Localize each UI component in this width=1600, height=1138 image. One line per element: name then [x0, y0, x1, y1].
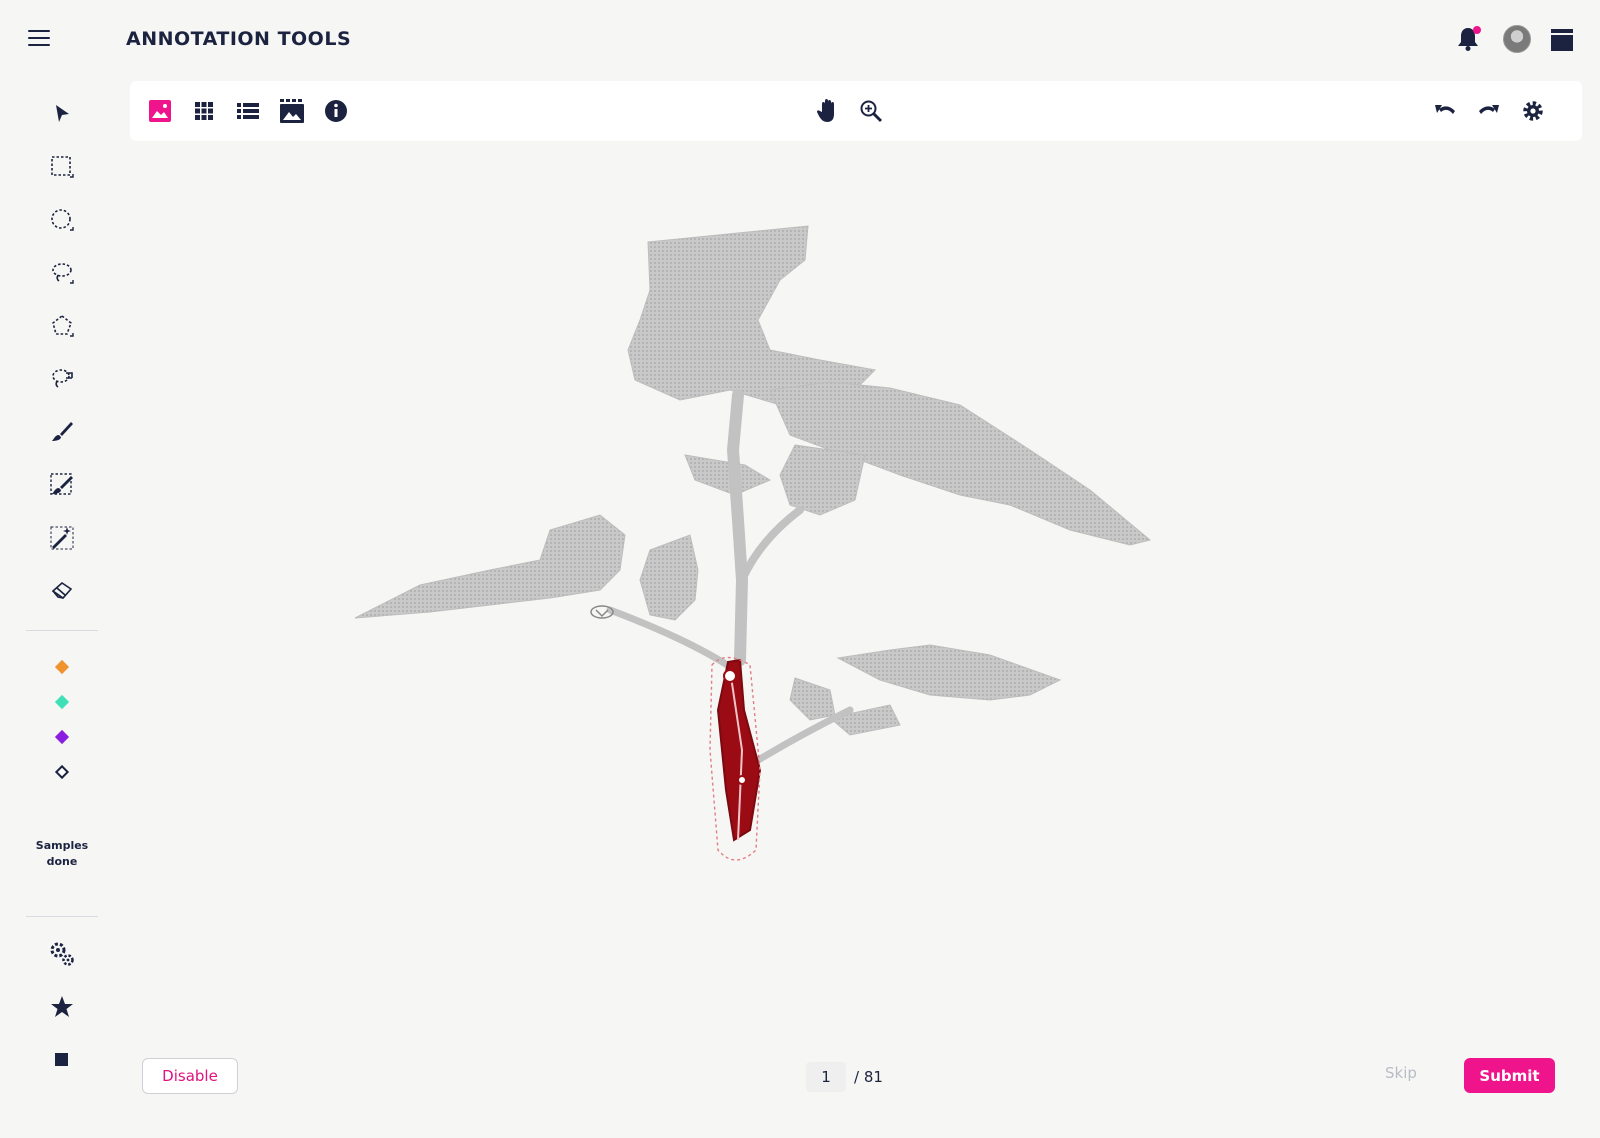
zoom-in-icon[interactable]	[857, 97, 885, 125]
menu-icon[interactable]	[28, 30, 50, 46]
divider	[26, 916, 98, 917]
submit-button[interactable]: Submit	[1464, 1058, 1555, 1093]
star-icon[interactable]	[48, 993, 76, 1021]
eraser-icon[interactable]	[48, 577, 76, 605]
label-color-teal[interactable]	[54, 694, 70, 710]
page-number-input[interactable]	[806, 1062, 846, 1092]
magnetic-lasso-icon[interactable]	[48, 365, 76, 393]
brush-select-icon[interactable]	[48, 471, 76, 499]
list-view-icon[interactable]	[234, 97, 262, 125]
label-color-purple[interactable]	[54, 729, 70, 745]
pointer-icon[interactable]	[48, 100, 76, 128]
brush-icon[interactable]	[48, 418, 76, 446]
grid-view-icon[interactable]	[190, 97, 218, 125]
ellipse-select-icon[interactable]	[48, 206, 76, 234]
polygon-select-icon[interactable]	[48, 312, 76, 340]
pagination: / 81	[806, 1062, 883, 1092]
label-color-outline[interactable]	[54, 764, 70, 780]
annotation-canvas[interactable]	[130, 150, 1582, 1030]
divider	[26, 630, 98, 631]
rectangle-select-icon[interactable]	[48, 153, 76, 181]
label-color-orange[interactable]	[54, 659, 70, 675]
magic-wand-icon[interactable]	[48, 524, 76, 552]
gallery-icon[interactable]	[278, 97, 306, 125]
samples-done-label: Samples done	[35, 839, 89, 868]
page-title: ANNOTATION TOOLS	[126, 28, 352, 50]
skip-button[interactable]: Skip	[1385, 1064, 1417, 1082]
page-total: / 81	[854, 1068, 883, 1086]
undo-icon[interactable]	[1431, 97, 1459, 125]
tool-sidebar: Samples done	[26, 82, 98, 1132]
settings-icon[interactable]	[1519, 97, 1547, 125]
pan-hand-icon[interactable]	[814, 97, 842, 125]
redo-icon[interactable]	[1475, 97, 1503, 125]
avatar[interactable]	[1503, 25, 1531, 53]
canvas-toolbar	[130, 81, 1582, 141]
image-view-icon[interactable]	[146, 97, 174, 125]
notification-badge	[1473, 26, 1481, 34]
bell-icon[interactable]	[1456, 26, 1481, 52]
gears-icon[interactable]	[48, 940, 76, 968]
lasso-icon[interactable]	[48, 259, 76, 287]
info-icon[interactable]	[322, 97, 350, 125]
stem-annotation[interactable]	[709, 656, 762, 861]
top-bar: ANNOTATION TOOLS	[0, 0, 1600, 80]
disable-button[interactable]: Disable	[142, 1058, 238, 1094]
stop-icon[interactable]	[48, 1046, 76, 1074]
plant-point-cloud	[354, 225, 1152, 861]
panel-toggle-icon[interactable]	[1551, 29, 1573, 51]
